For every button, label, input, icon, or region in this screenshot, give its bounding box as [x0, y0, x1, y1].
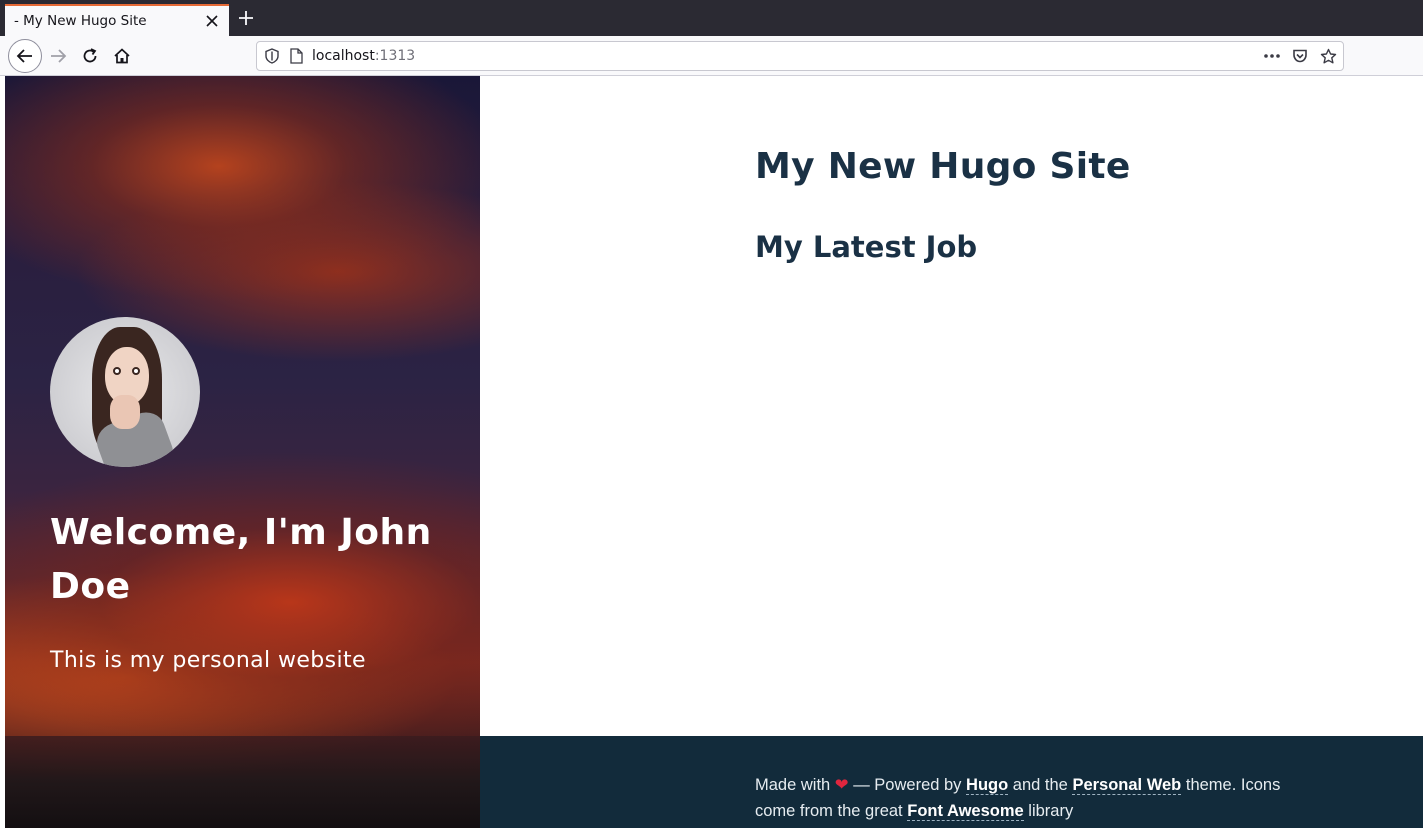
page-title: My New Hugo Site — [755, 146, 1131, 187]
tagline: This is my personal website — [50, 648, 366, 673]
reload-icon[interactable] — [73, 39, 107, 73]
footer-and-the: and the — [1012, 776, 1068, 794]
footer-powered-by: — Powered by — [853, 776, 962, 794]
close-tab-icon[interactable] — [199, 8, 225, 34]
shield-icon[interactable] — [263, 47, 281, 65]
new-tab-icon[interactable] — [233, 5, 259, 31]
tab-title: - My New Hugo Site — [14, 13, 147, 29]
personal-web-link[interactable]: Personal Web — [1072, 776, 1182, 795]
bookmark-star-icon[interactable] — [1317, 45, 1339, 67]
browser-tab-bar: - My New Hugo Site — [0, 0, 1423, 36]
home-icon[interactable] — [105, 39, 139, 73]
footer-text: Made with ❤ — Powered by Hugo and the Pe… — [755, 772, 1320, 824]
forward-arrow-icon[interactable] — [41, 39, 75, 73]
hero-sidebar: Welcome, I'm John Doe This is my persona… — [5, 76, 480, 828]
heart-icon: ❤ — [834, 776, 849, 794]
avatar — [50, 317, 200, 467]
url-host: localhost — [312, 48, 375, 64]
hugo-link[interactable]: Hugo — [966, 776, 1009, 795]
browser-nav-bar: localhost:1313 — [0, 36, 1423, 76]
footer: Made with ❤ — Powered by Hugo and the Pe… — [480, 736, 1423, 828]
pocket-icon[interactable] — [1289, 45, 1311, 67]
more-actions-icon[interactable] — [1261, 45, 1283, 67]
section-heading: My Latest Job — [755, 230, 978, 264]
web-page: Welcome, I'm John Doe This is my persona… — [5, 76, 1423, 828]
url-text: localhost:1313 — [312, 48, 415, 64]
url-bar[interactable]: localhost:1313 — [256, 41, 1344, 71]
back-arrow-icon[interactable] — [8, 39, 42, 73]
font-awesome-link[interactable]: Font Awesome — [907, 802, 1024, 821]
browser-tab[interactable]: - My New Hugo Site — [5, 4, 229, 36]
footer-library: library — [1028, 802, 1074, 820]
welcome-heading: Welcome, I'm John Doe — [50, 512, 432, 607]
page-icon[interactable] — [287, 47, 305, 65]
footer-made-with: Made with — [755, 776, 831, 794]
url-port: :1313 — [374, 48, 416, 64]
main-content: My New Hugo Site My Latest Job — [480, 76, 1423, 736]
